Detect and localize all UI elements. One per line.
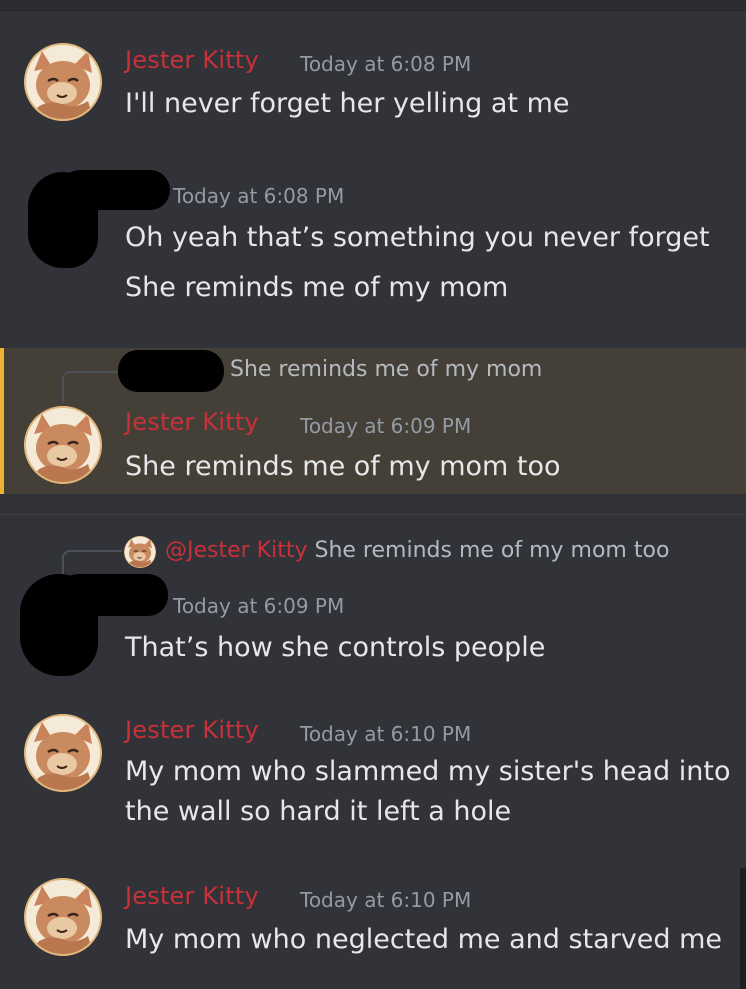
redacted-author-name xyxy=(58,574,168,616)
author-name[interactable]: Jester Kitty xyxy=(125,408,259,436)
user-avatar[interactable] xyxy=(24,43,102,121)
user-avatar[interactable] xyxy=(24,406,102,484)
timestamp: Today at 6:09 PM xyxy=(300,414,472,438)
message-divider xyxy=(0,514,746,515)
message-text: She reminds me of my mom too xyxy=(125,451,561,482)
message-text: My mom who slammed my sister's head into xyxy=(125,756,731,787)
timestamp: Today at 6:08 PM xyxy=(173,184,345,208)
message-text: She reminds me of my mom xyxy=(125,272,509,303)
reply-mention[interactable]: @Jester Kitty xyxy=(165,538,308,563)
redacted-author-name xyxy=(60,170,170,210)
timestamp: Today at 6:08 PM xyxy=(300,52,472,76)
replied-author-avatar[interactable] xyxy=(124,536,156,568)
user-avatar[interactable] xyxy=(24,714,102,792)
message-text: My mom who neglected me and starved me xyxy=(125,924,722,955)
scroll-edge xyxy=(740,868,746,989)
user-avatar[interactable] xyxy=(24,878,102,956)
author-name[interactable]: Jester Kitty xyxy=(125,46,259,74)
author-name[interactable]: Jester Kitty xyxy=(125,882,259,910)
message-text: I'll never forget her yelling at me xyxy=(125,88,570,119)
replied-text: She reminds me of my mom too xyxy=(314,538,670,563)
timestamp: Today at 6:10 PM xyxy=(300,888,472,912)
message-text: the wall so hard it left a hole xyxy=(125,796,512,827)
cat-avatar-icon xyxy=(24,714,102,792)
author-name[interactable]: Jester Kitty xyxy=(125,716,259,744)
redacted-replied-author xyxy=(118,350,224,392)
timestamp: Today at 6:10 PM xyxy=(300,722,472,746)
top-bar xyxy=(0,0,746,11)
mention-highlight-bar xyxy=(0,348,4,494)
timestamp: Today at 6:09 PM xyxy=(173,594,345,618)
cat-avatar-icon xyxy=(124,536,156,568)
reply-spine xyxy=(62,371,124,403)
cat-avatar-icon xyxy=(24,406,102,484)
message-text: Oh yeah that’s something you never forge… xyxy=(125,222,710,253)
cat-avatar-icon xyxy=(24,878,102,956)
message-text: That’s how she controls people xyxy=(125,632,546,663)
replied-message-preview[interactable]: She reminds me of my mom xyxy=(230,357,542,382)
replied-message-preview[interactable]: @Jester Kitty She reminds me of my mom t… xyxy=(165,538,669,563)
cat-avatar-icon xyxy=(24,43,102,121)
